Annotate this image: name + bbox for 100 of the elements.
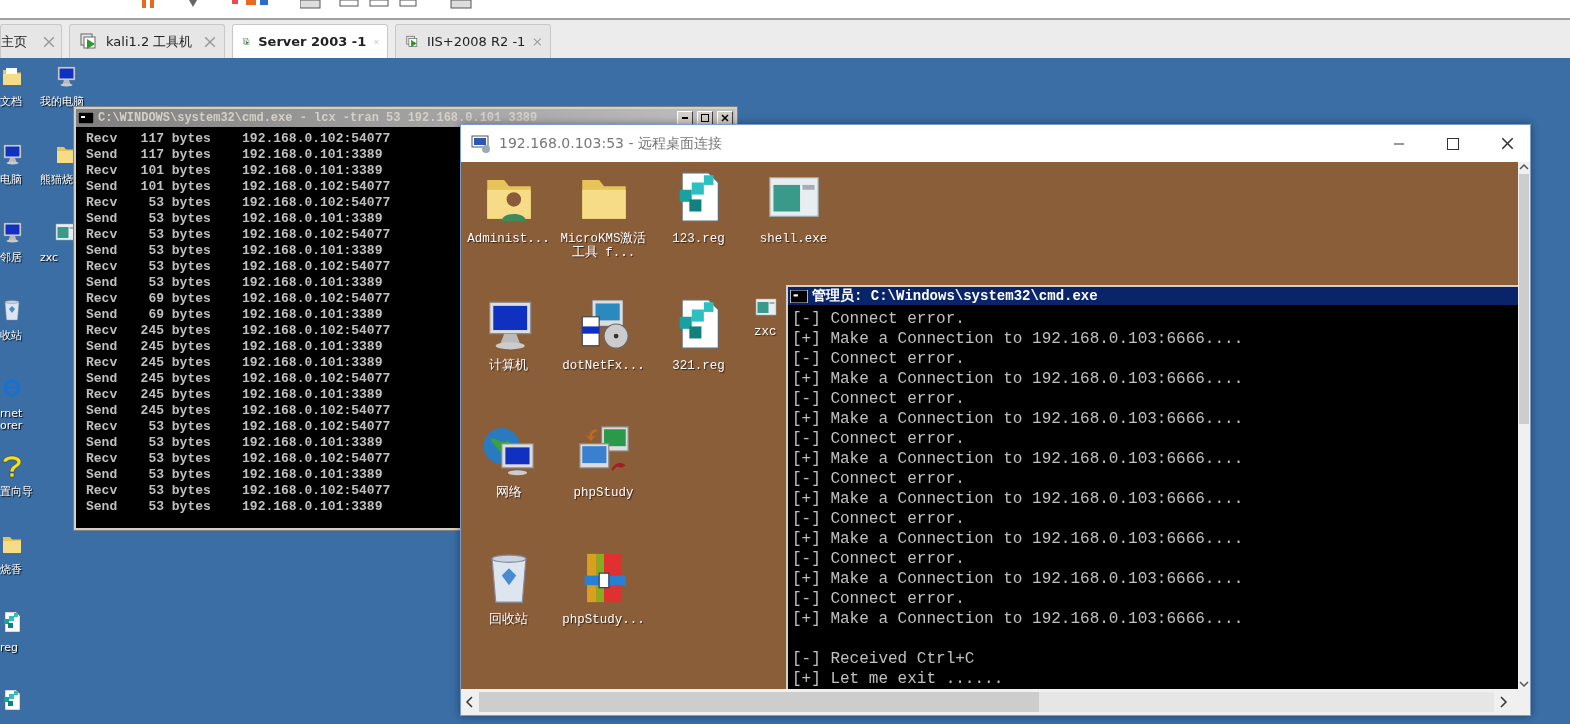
console-line: Recv 53 bytes 192.168.0.102:54077 <box>86 483 391 499</box>
pause-icon[interactable] <box>140 0 156 8</box>
vm-tab[interactable]: kali1.2 工具机 <box>69 24 225 58</box>
maximize-button[interactable] <box>697 111 713 125</box>
icon-label: 烧香 <box>0 564 22 576</box>
console-line: Recv 53 bytes 192.168.0.102:54077 <box>86 419 391 435</box>
console-line: [+] Make a Connection to 192.168.0.103:6666.... <box>792 329 1244 349</box>
computer-icon <box>0 142 24 166</box>
vm-tab[interactable]: 主页 <box>0 24 62 58</box>
computer-icon <box>54 64 78 88</box>
minimize-button[interactable] <box>677 111 693 125</box>
horizontal-scrollbar[interactable] <box>461 689 1530 715</box>
console-line: Recv 101 bytes 192.168.0.101:3389 <box>86 163 383 179</box>
console-line: Recv 53 bytes 192.168.0.102:54077 <box>86 195 391 211</box>
icon-label: 收站 <box>0 330 22 342</box>
window-icon[interactable] <box>450 0 474 10</box>
chevron-left-icon[interactable] <box>465 696 475 708</box>
console-line: Recv 245 bytes 192.168.0.102:54077 <box>86 323 391 339</box>
console-line: Send 53 bytes 192.168.0.101:3389 <box>86 275 383 291</box>
icon-label: MicroKMS激活工具 f... <box>559 232 648 260</box>
window-title: 192.168.0.103:53 - 远程桌面连接 <box>499 134 723 153</box>
pin-icon[interactable] <box>186 0 200 8</box>
icon-label: 我的电脑 <box>40 96 84 108</box>
chevron-down-icon[interactable] <box>1519 679 1529 689</box>
icon-label: 文档 <box>0 96 22 108</box>
vm-tab[interactable]: Server 2003 -1 <box>232 24 388 58</box>
layout-icon[interactable] <box>300 0 420 10</box>
icon-label: 计算机 <box>489 359 528 373</box>
remote-desktop-icon <box>471 134 491 153</box>
console-line: Recv 69 bytes 192.168.0.102:54077 <box>86 291 391 307</box>
icon-label: phpStudy... <box>562 613 645 627</box>
scrollbar-thumb[interactable] <box>479 692 1039 712</box>
console-line: [+] Make a Connection to 192.168.0.103:6666.... <box>792 609 1244 629</box>
vm-tab[interactable]: IIS+2008 R2 -1 <box>395 24 551 58</box>
console-line: [-] Received Ctrl+C <box>792 649 975 669</box>
minimize-icon <box>682 117 688 119</box>
console-icon <box>790 289 808 303</box>
console-line: Send 53 bytes 192.168.0.101:3389 <box>86 467 383 483</box>
chevron-right-icon[interactable] <box>1498 696 1508 708</box>
icon-label: 网络 <box>495 486 522 500</box>
window-icon <box>754 295 778 319</box>
console-line: [-] Connect error. <box>792 349 965 369</box>
console-line: Send 245 bytes 192.168.0.102:54077 <box>86 371 391 387</box>
console-line: Recv 53 bytes 192.168.0.102:54077 <box>86 451 391 467</box>
maximize-icon <box>701 114 709 122</box>
console-line: [-] Connect error. <box>792 469 965 489</box>
console-line: [-] Connect error. <box>792 549 965 569</box>
console-line: [+] Let me exit ...... <box>792 669 1004 689</box>
scrollbar-thumb[interactable] <box>1519 174 1529 424</box>
console-line: Send 53 bytes 192.168.0.101:3389 <box>86 435 383 451</box>
console-line: Send 117 bytes 192.168.0.101:3389 <box>86 147 383 163</box>
close-button[interactable] <box>717 111 733 125</box>
console-line: Send 53 bytes 192.168.0.101:3389 <box>86 211 383 227</box>
close-icon[interactable] <box>1500 137 1514 150</box>
console-line: Recv 245 bytes 192.168.0.101:3389 <box>86 355 383 371</box>
console-line: [+] Make a Connection to 192.168.0.103:6666.... <box>792 569 1244 589</box>
console-line: [-] Connect error. <box>792 589 965 609</box>
console-line: Recv 117 bytes 192.168.0.102:54077 <box>86 131 391 147</box>
console-icon <box>78 112 94 124</box>
icon-label: 123.reg <box>672 232 725 246</box>
icon-label: 回收站 <box>489 613 528 627</box>
console-line: [-] Connect error. <box>792 509 965 529</box>
icon-label: 电脑 <box>0 174 22 186</box>
console-line: [-] Connect error. <box>792 309 965 329</box>
icon-label: zxc <box>754 325 777 339</box>
console-line: [-] Connect error. <box>792 429 965 449</box>
console-line: [+] Make a Connection to 192.168.0.103:6666.... <box>792 529 1244 549</box>
maximize-icon <box>1447 137 1459 150</box>
console-line: [+] Make a Connection to 192.168.0.103:6666.... <box>792 449 1244 469</box>
computer-icon <box>0 220 24 244</box>
console-line: [+] Make a Connection to 192.168.0.103:6666.... <box>792 489 1244 509</box>
console-line: Send 69 bytes 192.168.0.101:3389 <box>86 307 383 323</box>
icon-label: dotNetFx... <box>562 359 645 373</box>
icon-label: 熊猫烧 <box>40 174 73 186</box>
icon-label: phpStudy <box>573 486 634 500</box>
console-line: Send 245 bytes 192.168.0.101:3389 <box>86 339 383 355</box>
console-line: [+] Make a Connection to 192.168.0.103:6666.... <box>792 369 1244 389</box>
console-line: [-] Connect error. <box>792 389 965 409</box>
vm-icon <box>80 32 98 51</box>
icon-label: zxc <box>40 252 59 264</box>
close-icon <box>721 114 729 122</box>
console-line: Send 53 bytes 192.168.0.101:3389 <box>86 243 383 259</box>
console-line: Recv 245 bytes 192.168.0.101:3389 <box>86 387 383 403</box>
icon-label: 321.reg <box>672 359 725 373</box>
icon-label: shell.exe <box>759 232 828 246</box>
console-line: [+] Make a Connection to 192.168.0.103:6666.... <box>792 409 1244 429</box>
vertical-scrollbar[interactable] <box>1518 162 1530 689</box>
console-line: Send 53 bytes 192.168.0.101:3389 <box>86 499 383 515</box>
question-mark-icon <box>0 454 24 478</box>
icon-label: 邻居 <box>0 252 22 264</box>
window-title: 管理员: C:\Windows\system32\cmd.exe <box>812 287 1099 305</box>
icon-label: reg <box>0 642 19 654</box>
minimize-icon <box>1393 142 1405 145</box>
console-line: Send 101 bytes 192.168.0.102:54077 <box>86 179 391 195</box>
console-line: Send 245 bytes 192.168.0.102:54077 <box>86 403 391 419</box>
icon-label: rnet orer <box>0 408 23 432</box>
console-line: Recv 53 bytes 192.168.0.102:54077 <box>86 259 391 275</box>
icon-label: Administ... <box>467 232 550 246</box>
chevron-up-icon[interactable] <box>1519 162 1529 172</box>
icon-label: 置向导 <box>0 486 33 498</box>
